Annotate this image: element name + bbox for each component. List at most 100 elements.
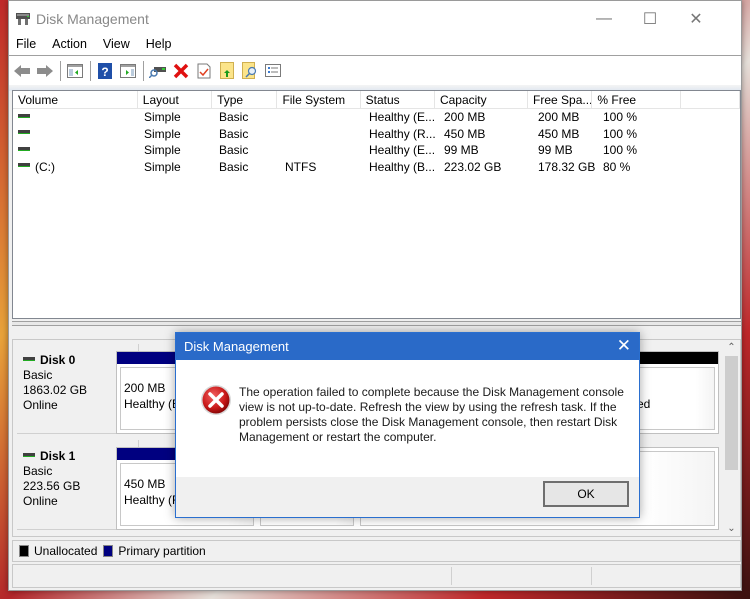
cell-layout: Simple — [144, 110, 181, 124]
column-header-type[interactable]: Type — [212, 91, 278, 108]
cell-layout: Simple — [144, 159, 181, 174]
cell-status: Healthy (B... — [369, 159, 436, 174]
close-button[interactable]: ✕ — [673, 1, 719, 37]
cell-capacity: 450 MB — [444, 126, 486, 141]
scroll-up-arrow-icon[interactable]: ⌃ — [723, 342, 740, 353]
legend: Unallocated Primary partition — [12, 540, 741, 562]
error-icon — [201, 385, 231, 415]
menu-help[interactable]: Help — [146, 37, 172, 55]
details-list-button[interactable] — [262, 60, 284, 82]
back-arrow-icon — [14, 64, 30, 77]
menu-view[interactable]: View — [103, 37, 130, 55]
cell-file-system: NTFS — [285, 159, 317, 174]
show-hide-console-tree-button[interactable] — [64, 60, 86, 82]
minimize-button[interactable]: — — [581, 1, 627, 37]
menu-bar: File Action View Help — [9, 37, 741, 55]
cell-type: Basic — [219, 126, 249, 141]
cell-free-space: 200 MB — [538, 110, 580, 124]
toolbar-separator — [143, 60, 144, 81]
help-button[interactable]: ? — [94, 60, 116, 82]
cell-capacity: 223.02 GB — [444, 159, 502, 174]
table-row[interactable]: Simple Basic Healthy (R... 450 MB 450 MB… — [13, 126, 740, 143]
properties-icon — [197, 63, 211, 78]
open-folder-button[interactable] — [216, 60, 238, 82]
back-button[interactable] — [11, 60, 33, 82]
menu-file[interactable]: File — [16, 37, 36, 55]
cell-file-system — [280, 109, 364, 126]
drive-icon — [18, 163, 30, 168]
cell-file-system — [280, 126, 364, 143]
explore-icon — [242, 62, 257, 79]
show-hide-action-pane-button[interactable] — [117, 60, 139, 82]
explore-button[interactable] — [239, 60, 261, 82]
disk-name: Disk 1 — [40, 449, 76, 463]
cell-layout: Simple — [144, 143, 181, 157]
error-dialog: Disk Management ✕ The operation failed t… — [175, 332, 640, 518]
legend-swatch-unallocated — [19, 545, 29, 557]
dialog-message: The operation failed to complete because… — [239, 385, 624, 444]
column-header-layout[interactable]: Layout — [138, 91, 213, 108]
cell-free-space: 99 MB — [538, 143, 573, 157]
menu-action[interactable]: Action — [52, 37, 87, 55]
table-row[interactable]: (C:) Simple Basic NTFS Healthy (B... 223… — [13, 159, 740, 176]
drive-icon — [18, 130, 30, 135]
vertical-scrollbar[interactable]: ⌃ ⌄ — [723, 340, 740, 536]
drive-icon — [18, 113, 30, 118]
forward-button[interactable] — [34, 60, 56, 82]
dialog-close-button[interactable]: ✕ — [617, 336, 631, 356]
volume-list-header: Volume Layout Type File System Status Ca… — [13, 91, 740, 109]
dialog-body: The operation failed to complete because… — [176, 360, 639, 477]
details-list-icon — [265, 64, 281, 77]
open-folder-icon — [220, 62, 234, 79]
cell-layout: Simple — [144, 126, 181, 141]
column-header-capacity[interactable]: Capacity — [435, 91, 529, 108]
column-header-file-system[interactable]: File System — [277, 91, 361, 108]
disk-icon — [23, 356, 35, 361]
volume-list: Volume Layout Type File System Status Ca… — [12, 90, 741, 319]
drive-icon — [18, 146, 30, 151]
delete-button[interactable] — [170, 60, 192, 82]
cell-free-space: 450 MB — [538, 126, 580, 141]
dialog-title: Disk Management — [184, 339, 289, 354]
legend-label-primary: Primary partition — [118, 544, 206, 558]
toolbar-separator — [60, 60, 61, 81]
cell-type: Basic — [219, 143, 249, 157]
legend-swatch-primary — [103, 545, 114, 557]
legend-label-unallocated: Unallocated — [34, 544, 98, 558]
cell-file-system — [280, 142, 364, 159]
properties-button[interactable] — [193, 60, 215, 82]
column-header-percent-free[interactable]: % Free — [592, 91, 681, 108]
connect-drive-icon — [149, 66, 166, 78]
forward-arrow-icon — [37, 64, 53, 77]
table-row[interactable]: Simple Basic Healthy (E... 99 MB 99 MB 1… — [13, 142, 740, 159]
table-row[interactable]: Simple Basic Healthy (E... 200 MB 200 MB… — [13, 109, 740, 126]
column-header-volume[interactable]: Volume — [13, 91, 138, 108]
column-header-free-space[interactable]: Free Spa... — [528, 91, 593, 108]
connect-drive-button[interactable] — [147, 60, 169, 82]
cell-capacity: 200 MB — [444, 110, 486, 124]
cell-type: Basic — [219, 159, 249, 174]
pane-splitter[interactable] — [12, 321, 741, 326]
scroll-thumb[interactable] — [725, 356, 738, 470]
disk-icon — [23, 452, 35, 457]
cell-status: Healthy (R... — [369, 126, 436, 141]
cell-volume: (C:) — [35, 159, 55, 174]
cell-percent-free: 100 % — [603, 143, 638, 157]
dialog-footer: OK — [176, 477, 639, 517]
status-divider — [451, 567, 452, 585]
toolbar-separator — [90, 60, 91, 81]
column-header-blank[interactable] — [681, 91, 740, 108]
scroll-down-arrow-icon[interactable]: ⌄ — [723, 523, 740, 534]
toolbar: ? — [9, 55, 741, 85]
ok-button[interactable]: OK — [543, 481, 629, 507]
status-bar — [12, 564, 741, 588]
cell-capacity: 99 MB — [444, 143, 479, 157]
svg-text:?: ? — [101, 65, 108, 79]
cell-status: Healthy (E... — [369, 143, 436, 157]
title-bar: Disk Management — ☐ ✕ — [9, 1, 741, 37]
window-title: Disk Management — [36, 11, 149, 27]
column-header-status[interactable]: Status — [361, 91, 435, 108]
status-divider — [591, 567, 592, 585]
maximize-button[interactable]: ☐ — [627, 1, 673, 37]
disk-management-app-icon — [16, 13, 30, 25]
